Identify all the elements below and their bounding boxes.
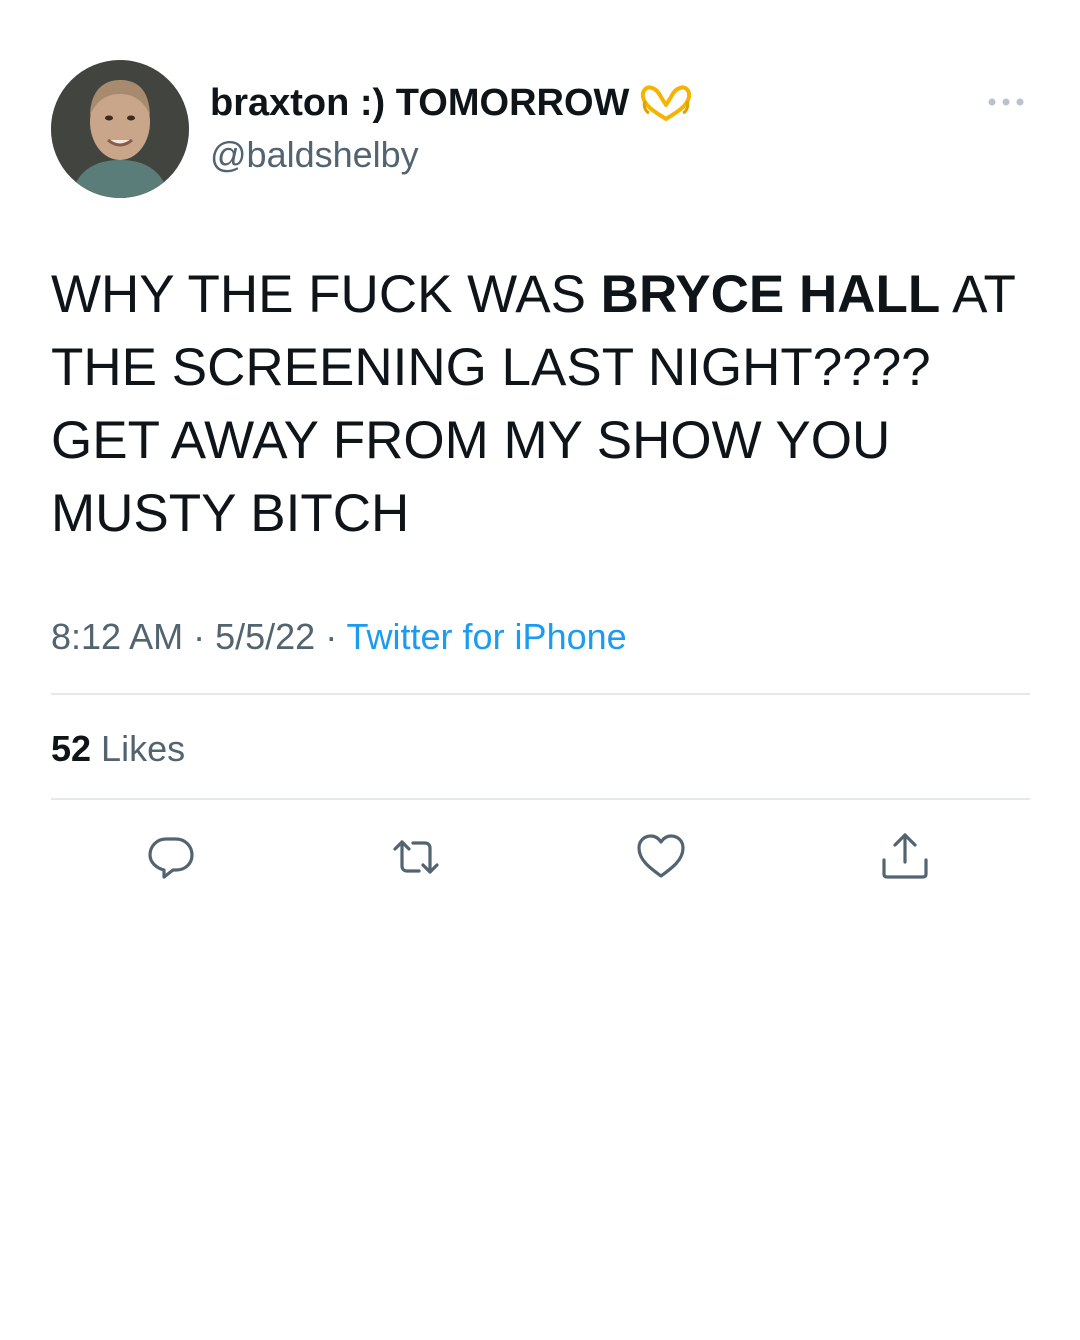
heart-hands-emoji-icon [639, 83, 693, 123]
tweet-text-bold: BRYCE HALL [600, 265, 941, 324]
tweet-meta: 8:12 AM · 5/5/22 · Twitter for iPhone [51, 614, 627, 660]
tweet-time[interactable]: 8:12 AM [51, 616, 183, 657]
divider [51, 798, 1030, 800]
likes-label: Likes [91, 728, 186, 769]
heart-icon [637, 834, 685, 878]
reply-button[interactable] [144, 830, 198, 884]
reply-icon [148, 837, 194, 879]
divider [51, 693, 1030, 695]
tweet-detail: braxton :) TOMORROW @baldshelby WHY THE … [0, 0, 1080, 1340]
tweet-text: WHY THE FUCK WAS BRYCE HALL AT THE SCREE… [51, 258, 1041, 550]
tweet-source-link[interactable]: Twitter for iPhone [347, 616, 627, 657]
author-display-name[interactable]: braxton :) TOMORROW [210, 80, 693, 126]
avatar[interactable] [51, 60, 189, 198]
likes-count: 52 [51, 728, 92, 769]
share-icon [882, 833, 928, 879]
tweet-text-part1: WHY THE FUCK WAS [51, 265, 601, 324]
more-options-icon[interactable] [986, 90, 1026, 114]
meta-separator: · [315, 616, 347, 657]
author-handle[interactable]: @baldshelby [210, 133, 419, 177]
likes-stat[interactable]: 52 Likes [51, 726, 185, 772]
retweet-button[interactable] [389, 830, 443, 884]
like-button[interactable] [634, 830, 688, 884]
meta-separator: · [183, 616, 216, 657]
retweet-icon [393, 840, 439, 874]
share-button[interactable] [878, 830, 932, 884]
author-name-text: braxton :) TOMORROW [210, 82, 630, 124]
tweet-date[interactable]: 5/5/22 [215, 616, 315, 657]
